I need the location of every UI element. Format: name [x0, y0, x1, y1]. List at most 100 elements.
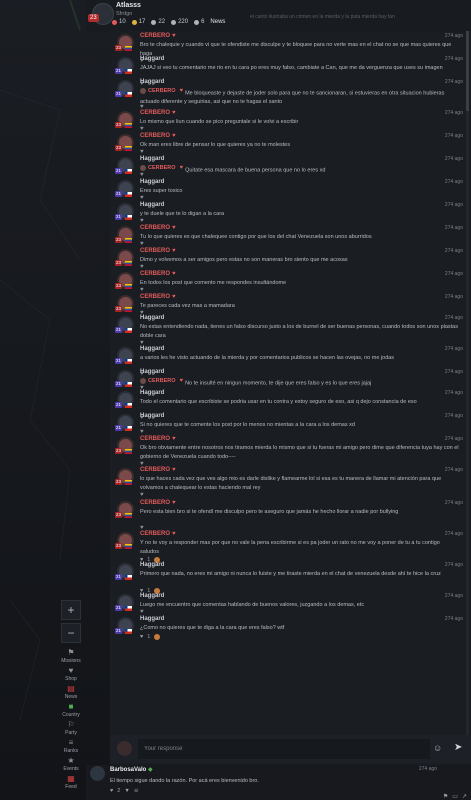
flag-icon[interactable]: ⚑ — [443, 793, 448, 800]
comment-author[interactable]: Haggard — [140, 369, 164, 375]
comment-item: 21 Haggard 274 ago No estas entendiendo … — [110, 314, 471, 349]
heart-icon: ♥ — [172, 500, 176, 506]
menu-item-party[interactable]: ⚐ Party — [58, 721, 84, 737]
comment-author[interactable]: CERBERO ♥ — [140, 467, 176, 473]
comment-timestamp: 274 ago — [444, 294, 463, 300]
heart-icon: ♥ — [172, 271, 176, 277]
menu-item-feed[interactable]: ▦ Feed — [58, 775, 84, 791]
comment-text: Ok bro obviamente entre nosotros nos tir… — [140, 444, 460, 461]
profile-name[interactable]: Atlasss — [116, 2, 141, 9]
comment-body: Todo el comentario que escribiste se pod… — [140, 399, 417, 405]
comment-author[interactable]: Haggard — [140, 315, 164, 321]
comment-author[interactable]: Haggard — [140, 413, 164, 419]
comment-author[interactable]: Haggard — [140, 156, 164, 162]
reply-mention[interactable]: CERBERO ♥ — [140, 164, 183, 173]
skull-icon[interactable]: ☠ — [134, 788, 139, 794]
post-author-name[interactable]: BarbosaVaIo ◆ — [110, 766, 153, 773]
chat-stat-value: 22 — [158, 19, 166, 25]
comment-author[interactable]: CERBERO ♥ — [140, 271, 176, 277]
menu-item-country[interactable]: ■ Country — [58, 703, 84, 719]
comment-body: Luego me encuentro que comentas hablando… — [140, 602, 365, 608]
comment-author[interactable]: Haggard — [140, 179, 164, 185]
menu-item-events[interactable]: ★ Events — [58, 757, 84, 773]
comment-author-name: Haggard — [140, 156, 165, 162]
comment-level-badge: 23 — [115, 283, 123, 289]
dislike-icon[interactable]: ▼ — [124, 788, 129, 794]
chile-flag-icon — [125, 382, 132, 387]
venezuela-flag-icon — [125, 513, 132, 518]
reaction-icon[interactable] — [154, 633, 161, 640]
like-icon[interactable]: ♥ — [140, 492, 144, 498]
venezuela-flag-icon — [125, 123, 132, 128]
comment-level-badge: 21 — [115, 91, 123, 97]
heart-icon: ♥ — [172, 248, 176, 254]
heart-icon: ♥ — [172, 133, 176, 139]
menu-item-shop[interactable]: ♥ Shop — [58, 667, 84, 683]
menu-item-label: Events — [63, 766, 79, 772]
news-tab[interactable]: News — [210, 19, 225, 25]
comment-text: CERBERO ♥ Me bloqueaste y dejaste de joder… — [140, 87, 460, 106]
comment-author[interactable]: CERBERO ♥ — [140, 294, 176, 300]
mention-name: CERBERO — [148, 378, 176, 384]
menu-item-label: News — [64, 694, 78, 700]
comment-level-badge: 21 — [115, 381, 123, 387]
comment-author[interactable]: CERBERO ♥ — [140, 33, 176, 39]
comment-author[interactable]: Haggard — [140, 616, 164, 622]
comment-text: Luego me encuentro que comentas hablando… — [140, 601, 460, 610]
user-avatar — [117, 741, 132, 756]
share-icon[interactable]: ↗ — [462, 793, 467, 800]
comment-author[interactable]: Haggard — [140, 56, 164, 62]
comment-author-name: Haggard — [140, 413, 165, 419]
zoom-out-button[interactable]: − — [61, 623, 81, 643]
comment-author[interactable]: CERBERO ♥ — [140, 110, 176, 116]
like-icon[interactable]: ♥ — [140, 634, 143, 640]
scrollbar[interactable] — [466, 31, 469, 735]
comment-icon[interactable]: ▭ — [452, 793, 458, 800]
comment-timestamp: 274 ago — [444, 133, 463, 139]
send-icon[interactable]: ➤ — [454, 742, 464, 754]
comment-item: 23 CERBERO ♥ 274 ago Ok bro obviamente en… — [110, 435, 471, 470]
menu-item-ranks[interactable]: ≡ Ranks — [58, 739, 84, 755]
comment-timestamp: 274 ago — [444, 271, 463, 277]
comment-author[interactable]: Haggard — [140, 202, 164, 208]
comment-author[interactable]: CERBERO ♥ — [140, 436, 176, 442]
comment-actions: ♥ 1 — [140, 633, 161, 640]
fire-icon — [112, 19, 117, 25]
menu-item-missions[interactable]: ⚑ Missions — [58, 649, 84, 665]
reply-mention[interactable]: CERBERO ♥ — [140, 377, 183, 386]
comment-level-badge: 23 — [115, 122, 123, 128]
comment-text: Dimo y volvemos a ser amigos pero estas … — [140, 256, 460, 265]
menu-item-news[interactable]: ▤ News — [58, 685, 84, 701]
comment-author-name: Haggard — [140, 562, 165, 568]
comment-author[interactable]: Haggard — [140, 593, 164, 599]
emoji-icon[interactable]: ☺ — [433, 743, 443, 753]
zoom-in-button[interactable]: + — [61, 600, 81, 620]
comment-timestamp: 274 ago — [444, 467, 463, 473]
comment-author[interactable]: CERBERO ♥ — [140, 225, 176, 231]
post-author-avatar[interactable] — [90, 766, 105, 781]
response-input[interactable] — [138, 739, 430, 759]
profile-level-badge: 23 — [88, 14, 99, 22]
comment-level-badge: 21 — [115, 402, 123, 408]
comment-text: JAJAJ si veo tu comentario me rio en tu … — [140, 64, 460, 73]
comment-author[interactable]: CERBERO ♥ — [140, 248, 176, 254]
next-post: BarbosaVaIo ◆ 274 ago El tiempo sigue da… — [86, 765, 471, 800]
comment-author[interactable]: Haggard — [140, 390, 164, 396]
reply-mention[interactable]: CERBERO ♥ — [140, 87, 183, 96]
comment-author-name: Haggard — [140, 56, 165, 62]
comment-author[interactable]: Haggard — [140, 562, 164, 568]
comment-text: En todos los post que comento me respond… — [140, 279, 460, 288]
comment-level-badge: 23 — [115, 512, 123, 518]
comment-timestamp: 274 ago — [444, 562, 463, 568]
chat-icon — [151, 19, 157, 25]
comment-author[interactable]: CERBERO ♥ — [140, 133, 176, 139]
chile-flag-icon — [125, 192, 132, 197]
comment-author[interactable]: Haggard — [140, 346, 164, 352]
heart-icon: ♥ — [172, 531, 176, 537]
comment-author-name: Haggard — [140, 390, 165, 396]
scrollbar-thumb[interactable] — [466, 31, 469, 111]
comment-author[interactable]: Haggard — [140, 79, 164, 85]
like-icon[interactable]: ♥ — [110, 788, 113, 794]
comment-author[interactable]: CERBERO ♥ — [140, 531, 176, 537]
comment-author[interactable]: CERBERO ♥ — [140, 500, 176, 506]
